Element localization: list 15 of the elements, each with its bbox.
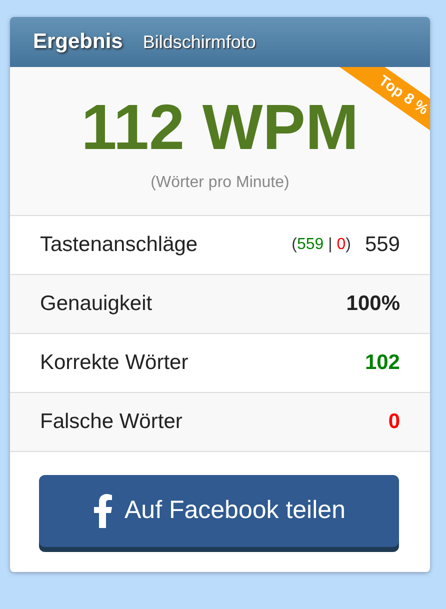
stat-value: 559 — [364, 232, 400, 258]
facebook-icon — [92, 494, 112, 528]
speed-value: 112 WPM — [81, 91, 359, 163]
tab[interactable]: Bildschirmfoto — [142, 28, 256, 56]
stat-label: Korrekte Wörter — [40, 350, 188, 376]
keystroke-breakdown: (559 | 0) — [292, 235, 351, 255]
tab[interactable]: Ergebnis — [33, 26, 123, 58]
stat-value: 0 — [388, 409, 400, 436]
stat-value: 102 — [364, 350, 400, 376]
stat-value: 100% — [346, 291, 400, 318]
stat-label: Falsche Wörter — [40, 409, 182, 436]
facebook-share-button[interactable]: Auf Facebook teilen — [39, 475, 399, 547]
unit-note: (Wörter pro Minute) — [150, 173, 290, 193]
stat-label: Tastenanschläge — [40, 232, 198, 258]
stat-label: Genauigkeit — [40, 291, 152, 318]
